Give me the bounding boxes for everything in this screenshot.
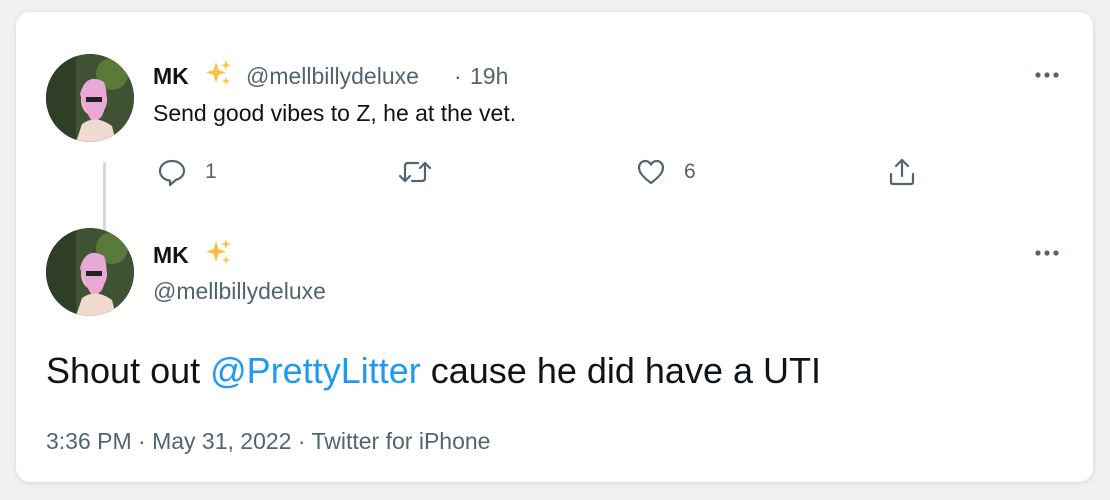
reply-count: 1 bbox=[205, 160, 217, 183]
avatar[interactable] bbox=[46, 228, 134, 316]
avatar[interactable] bbox=[46, 54, 134, 142]
mention-link[interactable]: @PrettyLitter bbox=[210, 350, 421, 391]
reply-icon bbox=[158, 159, 186, 187]
heart-icon bbox=[637, 159, 665, 185]
user-handle[interactable]: @mellbillydeluxe bbox=[153, 278, 326, 305]
like-count: 6 bbox=[684, 160, 696, 183]
share-button[interactable] bbox=[887, 157, 917, 187]
more-horizontal-icon bbox=[1035, 250, 1059, 256]
display-name[interactable]: MK bbox=[153, 63, 189, 90]
tweet-text-prefix: Shout out bbox=[46, 350, 211, 391]
tweet-timestamp[interactable]: 3:36 PM · May 31, 2022 · Twitter for iPh… bbox=[46, 428, 490, 455]
thread-connector-line bbox=[103, 162, 106, 232]
reply-button[interactable]: 1 bbox=[157, 157, 217, 187]
meta-separator: · bbox=[454, 63, 462, 89]
sparkles-icon bbox=[206, 60, 231, 85]
user-handle[interactable]: @mellbillydeluxe bbox=[246, 63, 419, 90]
retweet-icon bbox=[398, 161, 432, 183]
tweet-thread-card: MK @mellbillydeluxe · 19h Send good vibe… bbox=[16, 12, 1093, 482]
tweet-text: Shout out @PrettyLitter cause he did hav… bbox=[46, 350, 821, 392]
sparkles-icon bbox=[206, 239, 231, 264]
tweet-text-suffix: cause he did have a UTI bbox=[420, 350, 821, 391]
tweet-text: Send good vibes to Z, he at the vet. bbox=[153, 100, 517, 126]
like-button[interactable]: 6 bbox=[636, 157, 696, 187]
display-name[interactable]: MK bbox=[153, 242, 189, 269]
share-icon bbox=[889, 158, 915, 186]
more-horizontal-icon bbox=[1035, 72, 1059, 78]
more-options-button[interactable] bbox=[1030, 58, 1064, 92]
time-ago[interactable]: 19h bbox=[470, 63, 508, 90]
retweet-button[interactable] bbox=[398, 157, 450, 187]
more-options-button[interactable] bbox=[1030, 236, 1064, 270]
